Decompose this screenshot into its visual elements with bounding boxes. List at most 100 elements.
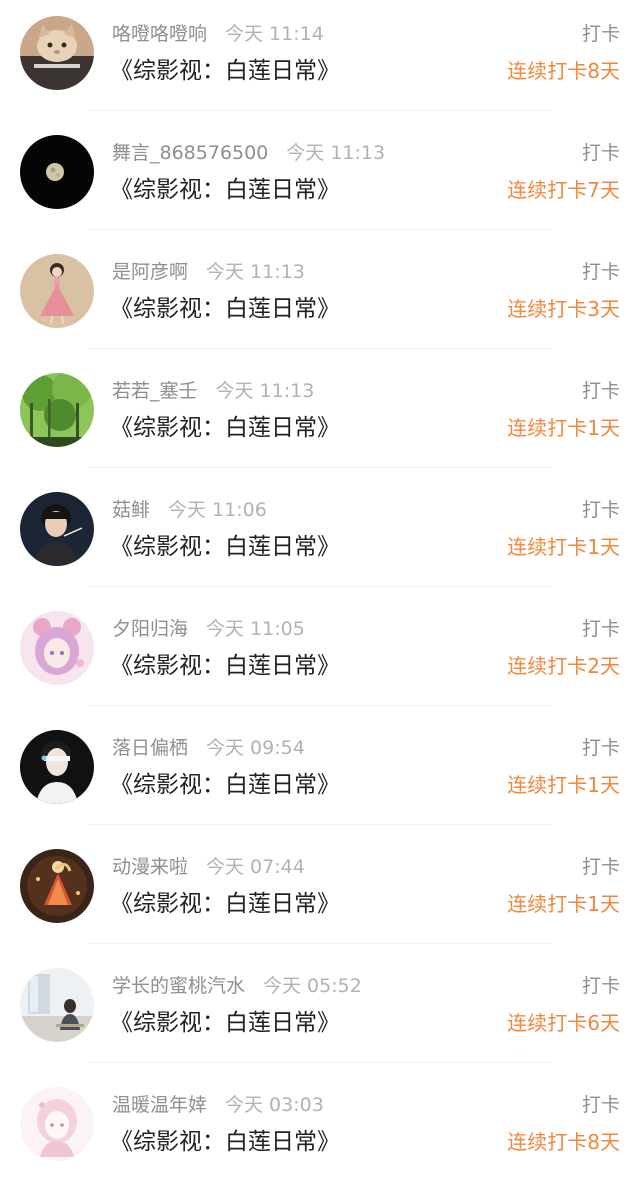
cat-avatar-icon: [20, 16, 94, 90]
sketch-girl-avatar-icon: [20, 1087, 94, 1161]
book-title[interactable]: 《综影视：白莲日常》: [110, 54, 340, 88]
entry-meta: 舞言_868576500 今天 11:13: [112, 139, 385, 167]
avatar[interactable]: [20, 968, 94, 1042]
checkin-label: 打卡: [581, 23, 620, 45]
list-item[interactable]: 咯噔咯噔响 今天 11:14 《综影视：白莲日常》 打卡 连续打卡8天: [0, 0, 640, 119]
username[interactable]: 温暖温年婞: [112, 1094, 207, 1116]
timestamp: 今天 11:13: [206, 261, 305, 283]
masked-boy-avatar-icon: [20, 730, 94, 804]
book-title[interactable]: 《综影视：白莲日常》: [110, 649, 340, 683]
avatar[interactable]: [20, 135, 94, 209]
streak-badge: 连续打卡1天: [507, 416, 620, 440]
divider: [88, 824, 552, 825]
streak-badge: 连续打卡1天: [507, 773, 620, 797]
avatar[interactable]: [20, 849, 94, 923]
timestamp: 今天 11:06: [168, 499, 267, 521]
checkin-label: 打卡: [581, 261, 620, 283]
entry-meta: 学长的蜜桃汽水 今天 05:52: [112, 972, 362, 1000]
checkin-label: 打卡: [581, 618, 620, 640]
checkin-label: 打卡: [581, 975, 620, 997]
username[interactable]: 是阿彦啊: [112, 261, 188, 283]
entry-meta: 温暖温年婞 今天 03:03: [112, 1091, 324, 1119]
entry-meta: 咯噔咯噔响 今天 11:14: [112, 20, 324, 48]
entry-meta: 落日偏栖 今天 09:54: [112, 734, 305, 762]
divider: [88, 229, 552, 230]
streak-badge: 连续打卡3天: [507, 297, 620, 321]
checkin-label: 打卡: [581, 499, 620, 521]
avatar[interactable]: [20, 611, 94, 685]
divider: [88, 586, 552, 587]
book-title[interactable]: 《综影视：白莲日常》: [110, 411, 340, 445]
anime-girl-avatar-icon: [20, 611, 94, 685]
avatar[interactable]: [20, 254, 94, 328]
timestamp: 今天 09:54: [206, 737, 305, 759]
room-avatar-icon: [20, 968, 94, 1042]
checkin-label: 打卡: [581, 737, 620, 759]
divider: [88, 1062, 552, 1063]
checkin-label: 打卡: [581, 1094, 620, 1116]
forest-avatar-icon: [20, 373, 94, 447]
list-item[interactable]: 学长的蜜桃汽水 今天 05:52 《综影视：白莲日常》 打卡 连续打卡6天: [0, 952, 640, 1071]
entry-meta: 若若_塞壬 今天 11:13: [112, 377, 314, 405]
girl-dress-avatar-icon: [20, 254, 94, 328]
timestamp: 今天 11:13: [286, 142, 386, 164]
list-item[interactable]: 菇鲱 今天 11:06 《综影视：白莲日常》 打卡 连续打卡1天: [0, 476, 640, 595]
checkin-label: 打卡: [581, 142, 620, 164]
username[interactable]: 学长的蜜桃汽水: [112, 975, 245, 997]
timestamp: 今天 03:03: [225, 1094, 324, 1116]
avatar[interactable]: [20, 16, 94, 90]
timestamp: 今天 07:44: [206, 856, 305, 878]
checkin-list: 咯噔咯噔响 今天 11:14 《综影视：白莲日常》 打卡 连续打卡8天 舞言_86…: [0, 0, 640, 1186]
username[interactable]: 动漫来啦: [112, 856, 188, 878]
username[interactable]: 舞言_868576500: [112, 142, 268, 164]
book-title[interactable]: 《综影视：白莲日常》: [110, 887, 340, 921]
list-item[interactable]: 舞言_868576500 今天 11:13 《综影视：白莲日常》 打卡 连续打卡7…: [0, 119, 640, 238]
username[interactable]: 落日偏栖: [112, 737, 188, 759]
divider: [88, 110, 552, 111]
divider: [88, 943, 552, 944]
username[interactable]: 若若_塞壬: [112, 380, 198, 402]
list-item[interactable]: 夕阳归海 今天 11:05 《综影视：白莲日常》 打卡 连续打卡2天: [0, 595, 640, 714]
username[interactable]: 夕阳归海: [112, 618, 188, 640]
checkin-label: 打卡: [581, 856, 620, 878]
book-title[interactable]: 《综影视：白莲日常》: [110, 173, 340, 207]
list-item[interactable]: 温暖温年婞 今天 03:03 《综影视：白莲日常》 打卡 连续打卡8天: [0, 1071, 640, 1190]
list-item[interactable]: 落日偏栖 今天 09:54 《综影视：白莲日常》 打卡 连续打卡1天: [0, 714, 640, 833]
book-title[interactable]: 《综影视：白莲日常》: [110, 530, 340, 564]
streak-badge: 连续打卡6天: [507, 1011, 620, 1035]
streak-badge: 连续打卡2天: [507, 654, 620, 678]
divider: [88, 705, 552, 706]
avatar[interactable]: [20, 373, 94, 447]
username[interactable]: 咯噔咯噔响: [112, 23, 207, 45]
entry-meta: 菇鲱 今天 11:06: [112, 496, 267, 524]
list-item[interactable]: 若若_塞壬 今天 11:13 《综影视：白莲日常》 打卡 连续打卡1天: [0, 357, 640, 476]
timestamp: 今天 11:05: [206, 618, 305, 640]
book-title[interactable]: 《综影视：白莲日常》: [110, 1006, 340, 1040]
streak-badge: 连续打卡1天: [507, 535, 620, 559]
timestamp: 今天 05:52: [263, 975, 362, 997]
anime-dancer-avatar-icon: [20, 849, 94, 923]
streak-badge: 连续打卡8天: [507, 1130, 620, 1154]
book-title[interactable]: 《综影视：白莲日常》: [110, 768, 340, 802]
checkin-label: 打卡: [581, 380, 620, 402]
streak-badge: 连续打卡1天: [507, 892, 620, 916]
avatar[interactable]: [20, 492, 94, 566]
avatar[interactable]: [20, 1087, 94, 1161]
timestamp: 今天 11:13: [215, 380, 315, 402]
timestamp: 今天 11:14: [225, 23, 324, 45]
streak-badge: 连续打卡7天: [507, 178, 620, 202]
entry-meta: 夕阳归海 今天 11:05: [112, 615, 305, 643]
avatar[interactable]: [20, 730, 94, 804]
moon-avatar-icon: [20, 135, 94, 209]
book-title[interactable]: 《综影视：白莲日常》: [110, 292, 340, 326]
streak-badge: 连续打卡8天: [507, 59, 620, 83]
list-item[interactable]: 是阿彦啊 今天 11:13 《综影视：白莲日常》 打卡 连续打卡3天: [0, 238, 640, 357]
book-title[interactable]: 《综影视：白莲日常》: [110, 1125, 340, 1159]
divider: [88, 348, 552, 349]
username[interactable]: 菇鲱: [112, 499, 150, 521]
entry-meta: 动漫来啦 今天 07:44: [112, 853, 305, 881]
list-item[interactable]: 动漫来啦 今天 07:44 《综影视：白莲日常》 打卡 连续打卡1天: [0, 833, 640, 952]
boy-avatar-icon: [20, 492, 94, 566]
divider: [88, 467, 552, 468]
entry-meta: 是阿彦啊 今天 11:13: [112, 258, 305, 286]
